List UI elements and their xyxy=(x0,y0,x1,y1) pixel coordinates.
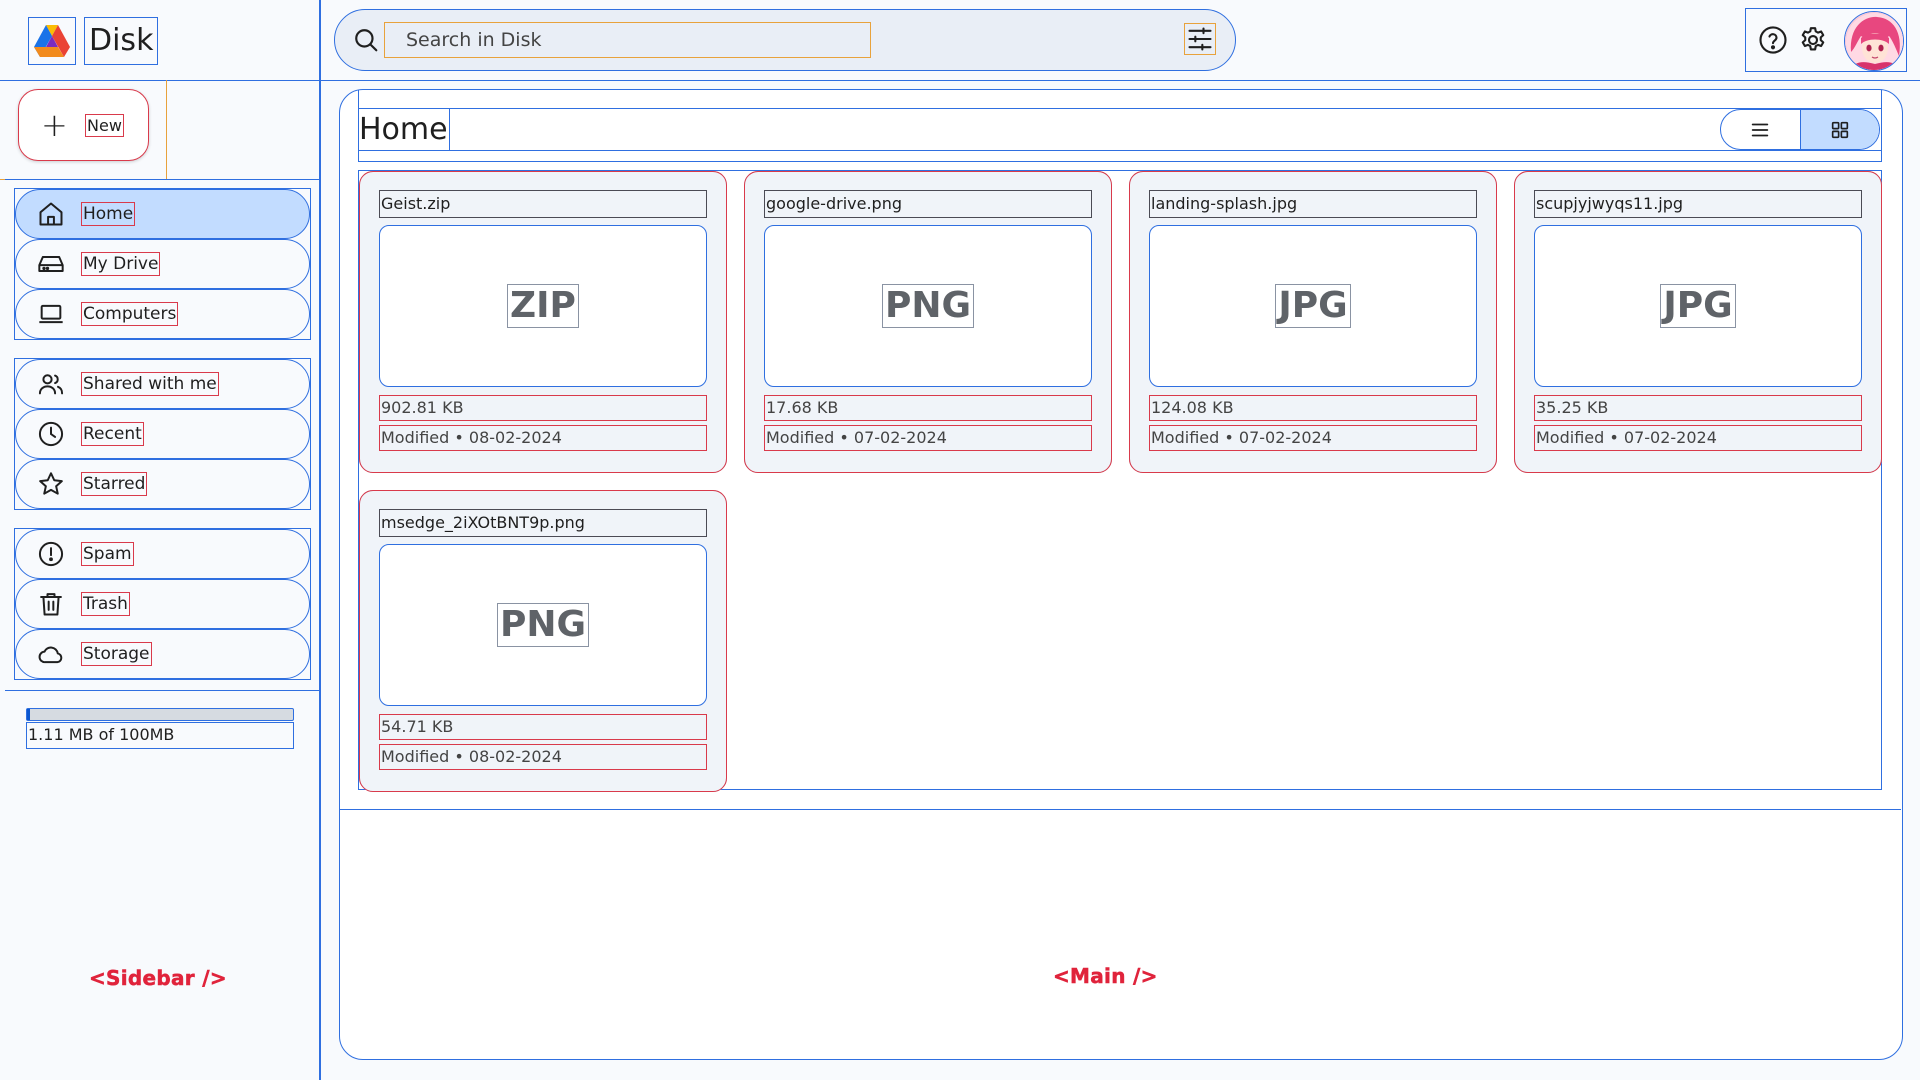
list-icon xyxy=(1752,123,1769,136)
file-modified: Modified • 08-02-2024 xyxy=(379,744,707,770)
sidebar-item-my-drive[interactable]: My Drive xyxy=(15,239,310,289)
file-modified: Modified • 07-02-2024 xyxy=(1149,425,1477,451)
file-thumbnail: JPG xyxy=(1149,225,1477,387)
grid-view-button[interactable] xyxy=(1799,110,1879,149)
cloud-icon xyxy=(36,639,66,669)
file-type-label: JPG xyxy=(1275,284,1351,328)
file-size: 17.68 KB xyxy=(764,395,1092,421)
clock-icon xyxy=(36,419,66,449)
file-name: Geist.zip xyxy=(379,190,707,218)
avatar[interactable] xyxy=(1844,11,1904,71)
people-icon xyxy=(36,369,66,399)
filter-sliders-icon[interactable] xyxy=(1184,23,1216,55)
nav-group-primary: Home My Drive Computers xyxy=(14,188,311,340)
file-size: 54.71 KB xyxy=(379,714,707,740)
sidebar-item-label: Trash xyxy=(81,592,130,616)
file-thumbnail: PNG xyxy=(379,544,707,706)
page-title: Home xyxy=(359,109,450,150)
file-thumbnail: PNG xyxy=(764,225,1092,387)
file-modified: Modified • 08-02-2024 xyxy=(379,425,707,451)
header-actions xyxy=(1745,8,1907,72)
home-icon xyxy=(36,199,66,229)
sidebar-tag-label: <Sidebar /> xyxy=(89,966,227,991)
new-button[interactable]: + New xyxy=(18,89,149,161)
main-tag-label: <Main /> xyxy=(1053,964,1158,989)
sidebar-item-trash[interactable]: Trash xyxy=(15,579,310,629)
sidebar-item-label: Starred xyxy=(81,472,148,496)
search-input[interactable] xyxy=(384,22,871,58)
file-thumbnail: ZIP xyxy=(379,225,707,387)
sidebar-item-label: Shared with me xyxy=(81,372,219,396)
main-content: Home Geist.zip ZIP 902.81 KB Modified • … xyxy=(339,89,1903,1060)
alert-icon xyxy=(36,539,66,569)
file-thumbnail: JPG xyxy=(1534,225,1862,387)
sidebar-item-shared[interactable]: Shared with me xyxy=(15,359,310,409)
file-type-label: ZIP xyxy=(507,284,579,328)
file-card[interactable]: Geist.zip ZIP 902.81 KB Modified • 08-02… xyxy=(359,171,727,473)
file-size: 124.08 KB xyxy=(1149,395,1477,421)
sidebar-item-label: Recent xyxy=(81,422,144,446)
sidebar-item-starred[interactable]: Starred xyxy=(15,459,310,509)
trash-icon xyxy=(36,589,66,619)
file-name: scupjyjwyqs11.jpg xyxy=(1534,190,1862,218)
sidebar-item-label: My Drive xyxy=(81,252,161,276)
storage-progress-fill xyxy=(27,709,30,720)
view-toggle xyxy=(1720,109,1880,150)
file-card[interactable]: scupjyjwyqs11.jpg JPG 35.25 KB Modified … xyxy=(1514,171,1882,473)
file-type-label: PNG xyxy=(496,603,590,647)
file-size: 902.81 KB xyxy=(379,395,707,421)
file-type-label: JPG xyxy=(1660,284,1736,328)
brand[interactable]: Disk xyxy=(28,17,159,65)
sidebar-item-spam[interactable]: Spam xyxy=(15,529,310,579)
storage-progress-bar xyxy=(26,708,294,721)
file-size: 35.25 KB xyxy=(1534,395,1862,421)
search-bar xyxy=(334,9,1236,71)
new-button-label: New xyxy=(85,113,124,137)
sidebar-item-label: Spam xyxy=(81,542,134,566)
nav-group-secondary: Shared with me Recent Starred xyxy=(14,358,311,510)
sidebar-item-label: Storage xyxy=(81,642,152,666)
disk-logo-icon xyxy=(28,17,76,65)
grid-icon xyxy=(1831,121,1848,138)
sidebar-item-label: Home xyxy=(81,202,136,226)
header-divider xyxy=(321,80,1920,81)
list-view-button[interactable] xyxy=(1721,110,1800,149)
help-icon[interactable] xyxy=(1758,25,1788,55)
nav-group-tertiary: Spam Trash Storage xyxy=(14,528,311,680)
file-card[interactable]: google-drive.png PNG 17.68 KB Modified •… xyxy=(744,171,1112,473)
drive-icon xyxy=(36,249,66,279)
storage-text: 1.11 MB of 100MB xyxy=(26,722,294,749)
file-name: landing-splash.jpg xyxy=(1149,190,1477,218)
sidebar-item-recent[interactable]: Recent xyxy=(15,409,310,459)
computer-icon xyxy=(36,299,66,329)
sidebar-item-storage[interactable]: Storage xyxy=(15,629,310,679)
main-panel: Home Geist.zip ZIP 902.81 KB Modified • … xyxy=(340,90,1901,810)
sidebar-item-home[interactable]: Home xyxy=(15,189,310,239)
title-bar xyxy=(358,108,1882,151)
sidebar: Disk + New Home My Drive Computers Share… xyxy=(0,0,321,1080)
file-card[interactable]: msedge_2iXOtBNT9p.png PNG 54.71 KB Modif… xyxy=(359,490,727,792)
file-name: google-drive.png xyxy=(764,190,1092,218)
sidebar-item-label: Computers xyxy=(81,302,179,326)
file-type-label: PNG xyxy=(881,284,975,328)
file-modified: Modified • 07-02-2024 xyxy=(764,425,1092,451)
file-name: msedge_2iXOtBNT9p.png xyxy=(379,509,707,537)
new-button-container: + New xyxy=(0,80,167,180)
file-card[interactable]: landing-splash.jpg JPG 124.08 KB Modifie… xyxy=(1129,171,1497,473)
app-name: Disk xyxy=(84,17,159,65)
search-icon[interactable] xyxy=(353,27,379,53)
gear-icon[interactable] xyxy=(1798,25,1828,55)
file-modified: Modified • 07-02-2024 xyxy=(1534,425,1862,451)
file-grid: Geist.zip ZIP 902.81 KB Modified • 08-02… xyxy=(358,170,1882,792)
storage-usage: 1.11 MB of 100MB xyxy=(26,708,294,749)
sidebar-item-computers[interactable]: Computers xyxy=(15,289,310,339)
plus-icon: + xyxy=(41,106,68,144)
star-icon xyxy=(36,469,66,499)
